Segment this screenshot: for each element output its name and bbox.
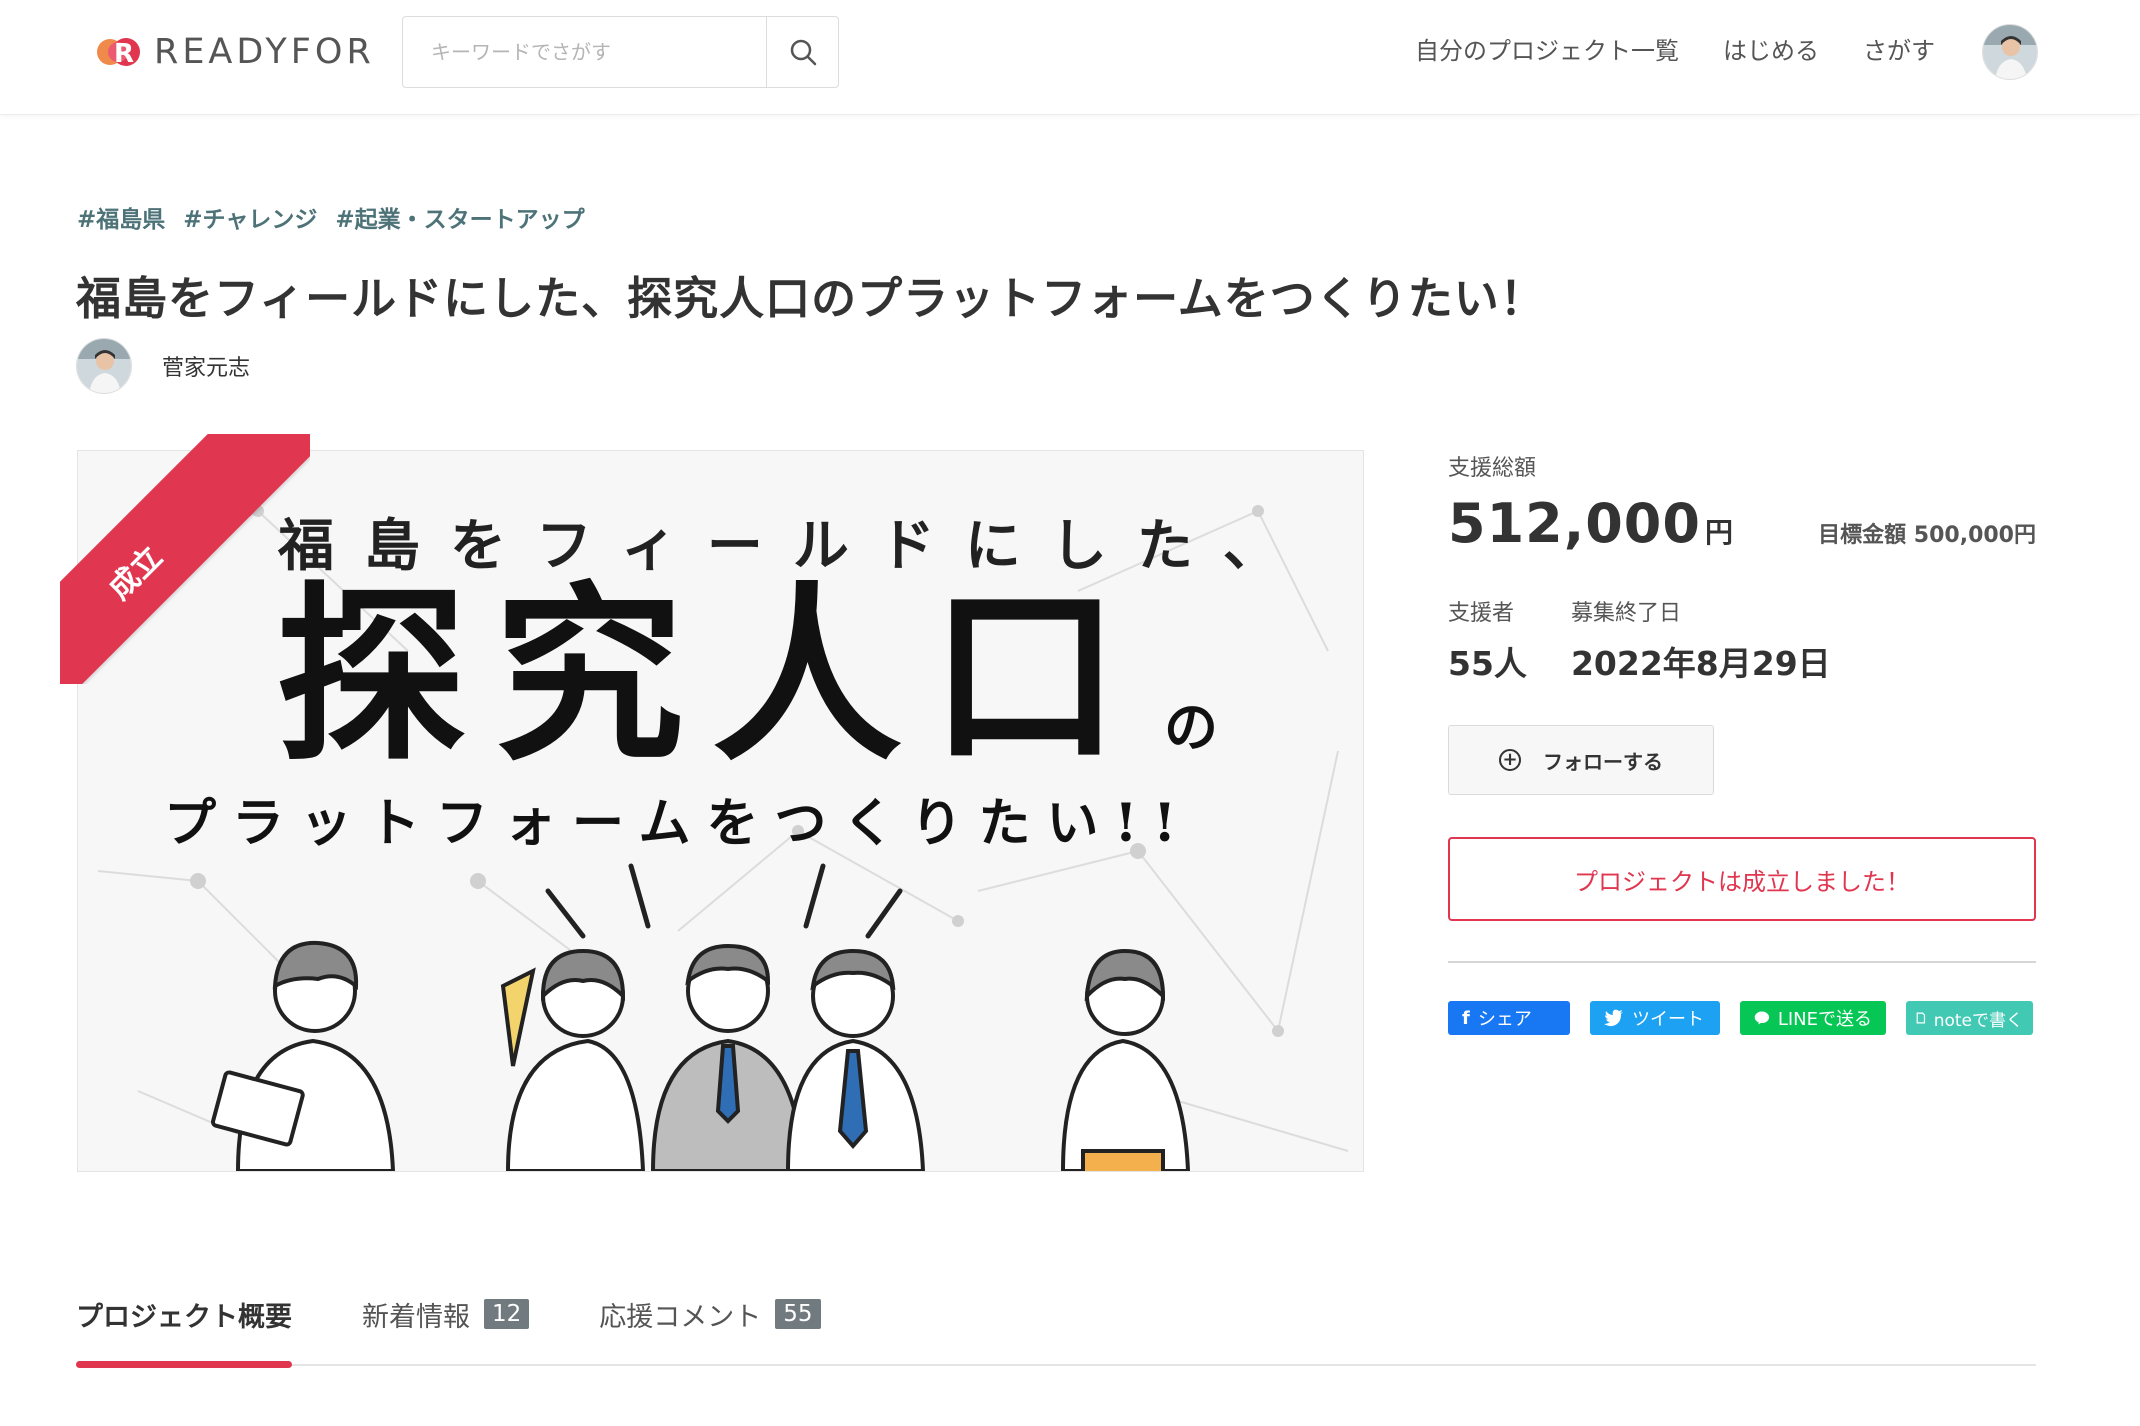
user-avatar-image bbox=[1983, 25, 2037, 79]
owner-name[interactable]: 菅家元志 bbox=[162, 350, 250, 382]
total-amount: 512,000 bbox=[1448, 492, 1701, 555]
currency-unit: 円 bbox=[1704, 516, 1733, 549]
goal-amount: 目標金額 500,000円 bbox=[1818, 523, 2036, 548]
svg-text:R: R bbox=[114, 39, 134, 69]
line-share-label: LINEで送る bbox=[1777, 1009, 1872, 1030]
search-box bbox=[402, 16, 839, 88]
tag-challenge[interactable]: #チャレンジ bbox=[183, 200, 317, 234]
stats-row: 支援者 55人 募集終了日 2022年8月29日 bbox=[1448, 595, 2036, 685]
share-buttons: f シェア ツイート LINEで送る noteで書く bbox=[1448, 1001, 2036, 1035]
supporters-stat: 支援者 55人 bbox=[1448, 595, 1527, 685]
project-tags: #福島県 #チャレンジ #起業・スタートアップ bbox=[77, 200, 585, 234]
ribbon-label: 成立 bbox=[102, 539, 170, 607]
comments-count-badge: 55 bbox=[775, 1299, 821, 1329]
end-date-value: 2022年8月29日 bbox=[1570, 644, 1831, 683]
project-title: 福島をフィールドにした、探究人口のプラットフォームをつくりたい！ bbox=[76, 272, 1546, 325]
nav-start[interactable]: はじめる bbox=[1723, 30, 1819, 72]
facebook-share-label: シェア bbox=[1477, 1009, 1532, 1030]
end-date-label: 募集終了日 bbox=[1570, 601, 1681, 626]
tab-updates[interactable]: 新着情報 12 bbox=[362, 1280, 530, 1366]
follow-label: フォローする bbox=[1543, 749, 1663, 774]
supporters-value: 55人 bbox=[1448, 644, 1527, 683]
note-share-button[interactable]: noteで書く bbox=[1906, 1001, 2033, 1035]
header-nav: 自分のプロジェクト一覧 はじめる さがす bbox=[1415, 30, 1935, 72]
user-avatar[interactable] bbox=[1982, 24, 2038, 80]
logo-text: READYFOR bbox=[154, 32, 375, 72]
project-owner[interactable]: 菅家元志 bbox=[76, 338, 250, 394]
tag-startup[interactable]: #起業・スタートアップ bbox=[335, 200, 584, 234]
tag-fukushima[interactable]: #福島県 bbox=[77, 200, 165, 234]
supporters-label: 支援者 bbox=[1448, 601, 1515, 626]
site-header: R READYFOR 自分のプロジェクト一覧 はじめる さがす bbox=[0, 0, 2140, 115]
twitter-share-button[interactable]: ツイート bbox=[1590, 1001, 1720, 1035]
line-icon bbox=[1754, 1011, 1770, 1025]
tab-updates-label: 新着情報 bbox=[362, 1301, 470, 1333]
facebook-icon: f bbox=[1462, 1007, 1470, 1029]
total-label: 支援総額 bbox=[1448, 456, 1537, 481]
readyfor-logo-icon: R bbox=[97, 38, 140, 69]
search-icon bbox=[790, 39, 816, 66]
amount-row: 512,000 円 目標金額 500,000円 bbox=[1448, 492, 2036, 555]
note-icon bbox=[1916, 1012, 1926, 1024]
tab-overview[interactable]: プロジェクト概要 bbox=[76, 1280, 292, 1368]
readyfor-logo[interactable]: R READYFOR bbox=[96, 32, 375, 72]
twitter-share-label: ツイート bbox=[1632, 1009, 1704, 1030]
project-success-message: プロジェクトは成立しました！ bbox=[1448, 837, 2036, 921]
nav-search[interactable]: さがす bbox=[1863, 30, 1935, 72]
funding-panel: 支援総額 512,000 円 目標金額 500,000円 支援者 55人 募集終… bbox=[1448, 450, 2036, 1035]
tab-comments[interactable]: 応援コメント 55 bbox=[599, 1280, 821, 1366]
updates-count-badge: 12 bbox=[484, 1299, 530, 1329]
nav-my-projects[interactable]: 自分のプロジェクト一覧 bbox=[1415, 30, 1679, 72]
end-date-stat: 募集終了日 2022年8月29日 bbox=[1571, 595, 1831, 685]
project-tabs: プロジェクト概要 新着情報 12 応援コメント 55 bbox=[76, 1280, 2036, 1368]
line-share-button[interactable]: LINEで送る bbox=[1740, 1001, 1886, 1035]
owner-avatar[interactable] bbox=[76, 338, 132, 394]
hero-headline-2: 探究人口 bbox=[276, 564, 1149, 787]
plus-circle-icon: + bbox=[1499, 749, 1521, 771]
follow-button[interactable]: + フォローする bbox=[1448, 725, 1714, 795]
tab-comments-label: 応援コメント bbox=[599, 1301, 762, 1333]
tab-overview-label: プロジェクト概要 bbox=[76, 1301, 292, 1333]
hero-headline-2-suffix: の bbox=[1164, 695, 1218, 759]
search-button[interactable] bbox=[766, 17, 838, 87]
success-ribbon: 成立 bbox=[60, 434, 310, 684]
note-share-label: noteで書く bbox=[1933, 1010, 2023, 1031]
facebook-share-button[interactable]: f シェア bbox=[1448, 1001, 1570, 1035]
twitter-bird-icon bbox=[1604, 1009, 1623, 1027]
search-input[interactable] bbox=[403, 17, 766, 87]
owner-avatar-image bbox=[77, 339, 131, 393]
hero-headline-3: プラットフォームをつくりたい!! bbox=[164, 793, 1193, 854]
divider bbox=[1448, 961, 2036, 963]
